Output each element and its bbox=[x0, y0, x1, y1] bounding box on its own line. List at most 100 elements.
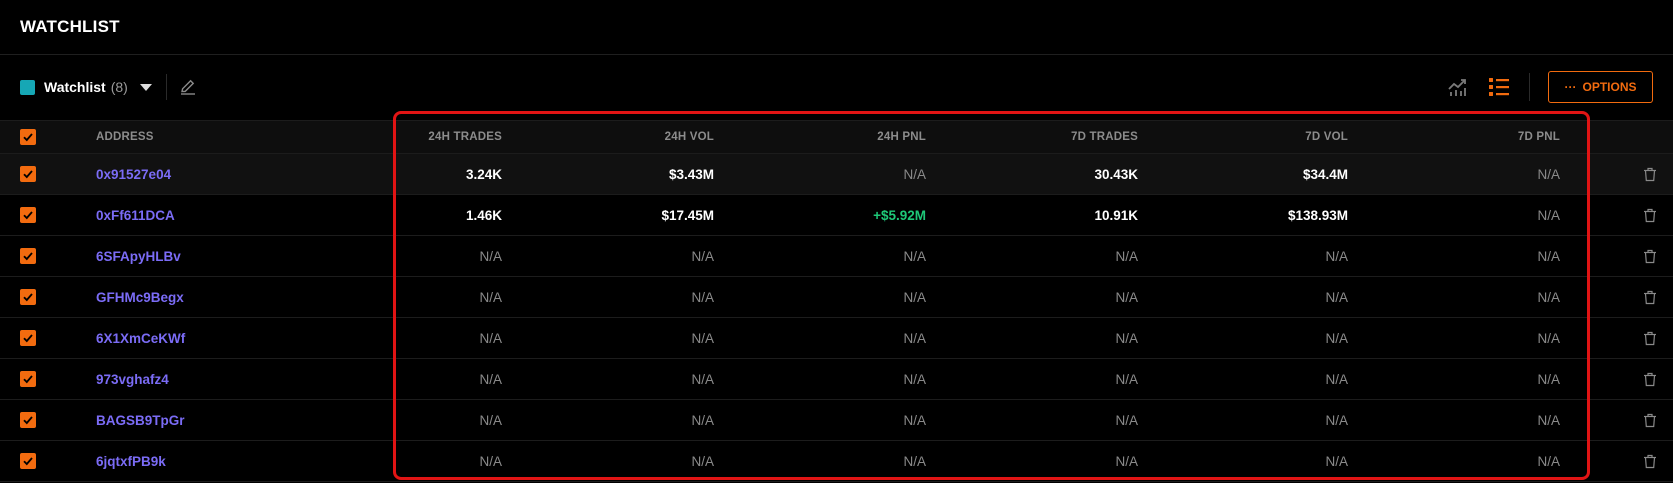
pencil-icon[interactable] bbox=[179, 78, 197, 96]
trash-icon[interactable] bbox=[1643, 290, 1657, 305]
cell-24h-trades: N/A bbox=[479, 277, 502, 317]
cell-value: N/A bbox=[479, 289, 502, 305]
checkbox-checked-icon[interactable] bbox=[20, 412, 36, 428]
header-7d-vol[interactable]: 7D VOL bbox=[1305, 121, 1348, 153]
delete-row-button[interactable] bbox=[1640, 195, 1660, 235]
watchlist-name[interactable]: Watchlist bbox=[44, 79, 106, 95]
table-row[interactable]: 0x91527e04 3.24K $3.43M N/A 30.43K $34.4M N/A bbox=[0, 154, 1673, 195]
table-row[interactable]: BAGSB9TpGr N/A N/A N/A N/A N/A N/A bbox=[0, 400, 1673, 441]
cell-value: +$5.92M bbox=[873, 207, 926, 223]
cell-value: N/A bbox=[903, 289, 926, 305]
cell-24h-trades: 1.46K bbox=[466, 195, 502, 235]
header-24h-vol[interactable]: 24H VOL bbox=[665, 121, 714, 153]
list-view-icon[interactable] bbox=[1487, 75, 1511, 99]
cell-value: N/A bbox=[903, 371, 926, 387]
cell-value: N/A bbox=[1115, 248, 1138, 264]
cell-value: N/A bbox=[479, 330, 502, 346]
chart-view-icon[interactable] bbox=[1445, 75, 1469, 99]
cell-7d-pnl: N/A bbox=[1537, 400, 1560, 440]
cell-7d-vol: N/A bbox=[1325, 277, 1348, 317]
trash-icon[interactable] bbox=[1643, 454, 1657, 469]
delete-row-button[interactable] bbox=[1640, 359, 1660, 399]
trash-icon[interactable] bbox=[1643, 249, 1657, 264]
cell-7d-trades: N/A bbox=[1115, 236, 1138, 276]
row-checkbox[interactable] bbox=[20, 277, 38, 317]
address-cell: 973vghafz4 bbox=[96, 359, 376, 399]
cell-7d-trades: N/A bbox=[1115, 277, 1138, 317]
address-cell: 6X1XmCeKWf bbox=[96, 318, 376, 358]
header-24h-pnl[interactable]: 24H PNL bbox=[877, 121, 926, 153]
row-checkbox[interactable] bbox=[20, 318, 38, 358]
cell-7d-trades: N/A bbox=[1115, 441, 1138, 481]
select-all-checkbox[interactable] bbox=[20, 121, 38, 153]
trash-icon[interactable] bbox=[1643, 413, 1657, 428]
address-link[interactable]: BAGSB9TpGr bbox=[96, 413, 185, 428]
trash-icon[interactable] bbox=[1643, 167, 1657, 182]
cell-24h-vol: N/A bbox=[691, 277, 714, 317]
delete-row-button[interactable] bbox=[1640, 154, 1660, 194]
cell-24h-vol: N/A bbox=[691, 441, 714, 481]
cell-value: $138.93M bbox=[1287, 207, 1348, 223]
cell-value: N/A bbox=[903, 330, 926, 346]
delete-row-button[interactable] bbox=[1640, 277, 1660, 317]
address-link[interactable]: 0x91527e04 bbox=[96, 167, 171, 182]
checkbox-checked-icon[interactable] bbox=[20, 371, 36, 387]
row-checkbox[interactable] bbox=[20, 359, 38, 399]
cell-value: N/A bbox=[1537, 289, 1560, 305]
table-row[interactable]: 0xFf611DCA 1.46K $17.45M +$5.92M 10.91K $138.… bbox=[0, 195, 1673, 236]
checkbox-checked-icon[interactable] bbox=[20, 248, 36, 264]
address-link[interactable]: 0xFf611DCA bbox=[96, 208, 175, 223]
cell-value: N/A bbox=[479, 248, 502, 264]
cell-value: $34.4M bbox=[1302, 166, 1348, 182]
header-address[interactable]: ADDRESS bbox=[96, 121, 376, 153]
row-checkbox[interactable] bbox=[20, 400, 38, 440]
cell-value: N/A bbox=[1537, 207, 1560, 223]
checkbox-checked-icon[interactable] bbox=[20, 166, 36, 182]
address-link[interactable]: 973vghafz4 bbox=[96, 372, 169, 387]
header-7d-trades[interactable]: 7D TRADES bbox=[1071, 121, 1138, 153]
trash-icon[interactable] bbox=[1643, 372, 1657, 387]
divider bbox=[165, 74, 167, 100]
header-7d-pnl[interactable]: 7D PNL bbox=[1518, 121, 1560, 153]
cell-24h-trades: N/A bbox=[479, 400, 502, 440]
address-cell: BAGSB9TpGr bbox=[96, 400, 376, 440]
trash-icon[interactable] bbox=[1643, 208, 1657, 223]
delete-row-button[interactable] bbox=[1640, 400, 1660, 440]
row-checkbox[interactable] bbox=[20, 154, 38, 194]
checkbox-checked-icon[interactable] bbox=[20, 330, 36, 346]
row-checkbox[interactable] bbox=[20, 195, 38, 235]
address-link[interactable]: 6jqtxfPB9k bbox=[96, 454, 166, 469]
chevron-down-icon[interactable] bbox=[139, 83, 152, 91]
cell-7d-trades: 10.91K bbox=[1094, 195, 1138, 235]
cell-value: N/A bbox=[1537, 248, 1560, 264]
checkbox-checked-icon[interactable] bbox=[20, 289, 36, 305]
cell-value: 3.24K bbox=[465, 166, 502, 182]
cell-value: N/A bbox=[1325, 453, 1348, 469]
checkbox-checked-icon[interactable] bbox=[20, 207, 36, 223]
row-checkbox[interactable] bbox=[20, 236, 38, 276]
address-link[interactable]: 6SFApyHLBv bbox=[96, 249, 181, 264]
address-cell: 0x91527e04 bbox=[96, 154, 376, 194]
delete-row-button[interactable] bbox=[1640, 441, 1660, 481]
delete-row-button[interactable] bbox=[1640, 318, 1660, 358]
table-row[interactable]: 6SFApyHLBv N/A N/A N/A N/A N/A N/A bbox=[0, 236, 1673, 277]
cell-7d-vol: N/A bbox=[1325, 400, 1348, 440]
delete-row-button[interactable] bbox=[1640, 236, 1660, 276]
table-row[interactable]: 6jqtxfPB9k N/A N/A N/A N/A N/A N/A bbox=[0, 441, 1673, 482]
address-cell: 6jqtxfPB9k bbox=[96, 441, 376, 481]
cell-7d-vol: N/A bbox=[1325, 359, 1348, 399]
header-24h-trades[interactable]: 24H TRADES bbox=[428, 121, 502, 153]
address-cell: 0xFf611DCA bbox=[96, 195, 376, 235]
options-button[interactable]: ··· OPTIONS bbox=[1548, 71, 1653, 103]
checkbox-checked-icon[interactable] bbox=[20, 129, 36, 145]
trash-icon[interactable] bbox=[1643, 331, 1657, 346]
cell-value: N/A bbox=[1115, 371, 1138, 387]
row-checkbox[interactable] bbox=[20, 441, 38, 481]
address-link[interactable]: GFHMc9Begx bbox=[96, 290, 184, 305]
table-row[interactable]: 973vghafz4 N/A N/A N/A N/A N/A N/A bbox=[0, 359, 1673, 400]
address-link[interactable]: 6X1XmCeKWf bbox=[96, 331, 185, 346]
table-row[interactable]: 6X1XmCeKWf N/A N/A N/A N/A N/A N/A bbox=[0, 318, 1673, 359]
table-row[interactable]: GFHMc9Begx N/A N/A N/A N/A N/A N/A bbox=[0, 277, 1673, 318]
checkbox-checked-icon[interactable] bbox=[20, 453, 36, 469]
options-label: OPTIONS bbox=[1582, 80, 1637, 94]
